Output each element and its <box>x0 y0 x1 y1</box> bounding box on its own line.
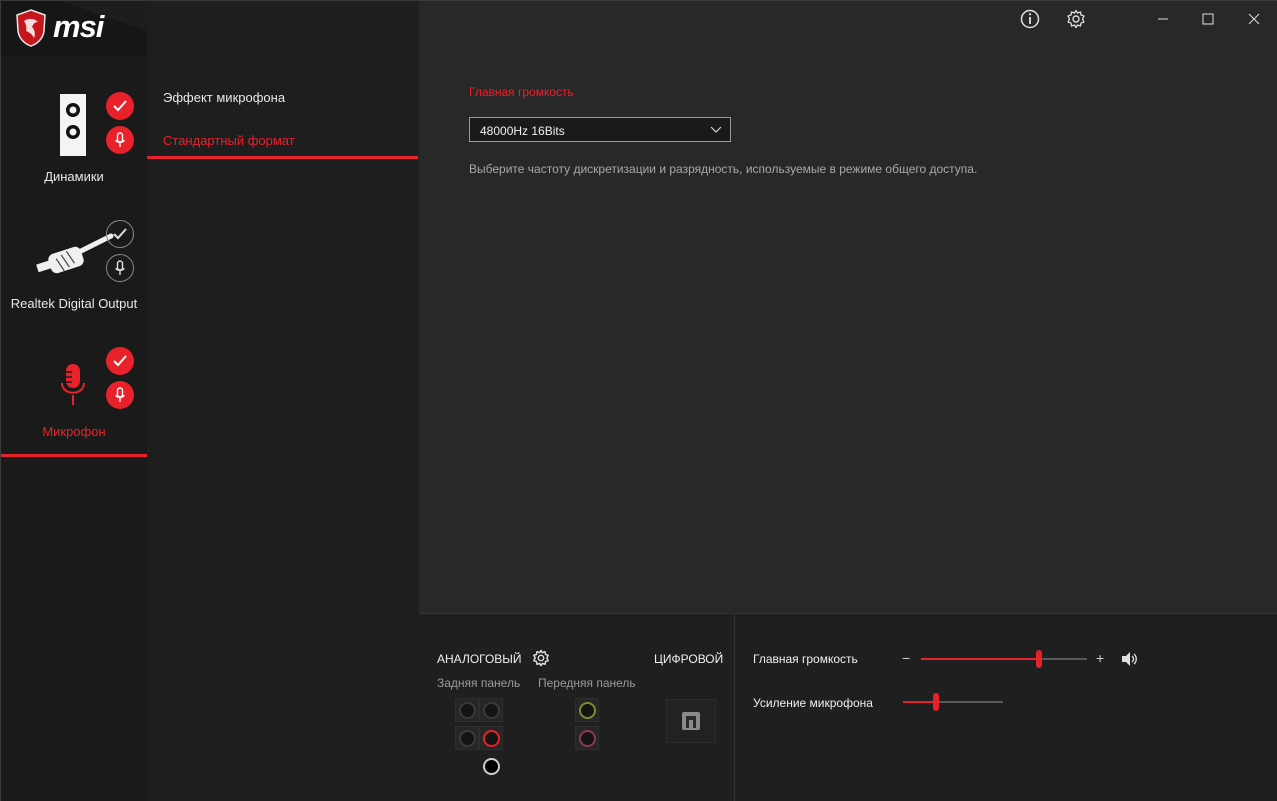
front-jack-headphone[interactable] <box>575 698 599 722</box>
rear-jack[interactable] <box>479 698 503 722</box>
dragon-shield-icon <box>16 9 46 47</box>
speaker-volume-icon[interactable] <box>1121 651 1139 667</box>
rear-jack-mic[interactable] <box>479 726 503 750</box>
check-icon <box>113 100 127 112</box>
mic-boost-slider[interactable] <box>903 693 1003 711</box>
volume-increase-button[interactable]: + <box>1096 650 1104 666</box>
rear-jack[interactable] <box>455 726 479 750</box>
master-volume-fill <box>921 658 1039 660</box>
mic-small-icon <box>115 260 125 275</box>
default-comm-badge[interactable] <box>106 381 134 409</box>
microphone-icon <box>61 364 85 405</box>
active-device-indicator <box>1 454 147 457</box>
check-icon <box>113 228 127 240</box>
device-label: Realtek Digital Output <box>10 296 138 311</box>
submenu-item-mic-effect[interactable]: Эффект микрофона <box>163 90 285 105</box>
format-selected-value: 48000Hz 16Bits <box>480 124 565 138</box>
settings-button[interactable] <box>1064 7 1088 31</box>
device-label: Микрофон <box>42 424 106 439</box>
chevron-down-icon <box>710 126 722 133</box>
master-volume-label: Главная громкость <box>753 652 858 666</box>
msi-logo: msi <box>1 1 147 56</box>
default-device-badge[interactable] <box>106 347 134 375</box>
section-title: Главная громкость <box>469 85 574 99</box>
default-comm-badge[interactable] <box>106 126 134 154</box>
digital-cable-icon <box>36 233 114 274</box>
main-panel: Главная громкость 48000Hz 16Bits Выберит… <box>419 1 1277 613</box>
close-icon <box>1248 13 1260 25</box>
active-submenu-indicator <box>147 156 418 159</box>
rear-jack[interactable] <box>479 754 503 778</box>
analog-title: АНАЛОГОВЫЙ <box>437 652 522 666</box>
settings-submenu: Эффект микрофона Стандартный формат <box>147 1 419 801</box>
default-device-badge[interactable] <box>106 220 134 248</box>
format-select[interactable]: 48000Hz 16Bits <box>469 117 731 142</box>
master-volume-thumb[interactable] <box>1035 650 1042 668</box>
default-device-badge[interactable] <box>106 92 134 120</box>
minimize-button[interactable] <box>1151 7 1175 31</box>
speaker-icon <box>60 94 86 156</box>
rear-panel-label: Задняя панель <box>437 676 521 690</box>
mic-boost-thumb[interactable] <box>933 693 939 711</box>
device-label: Динамики <box>44 169 104 184</box>
brand-name: msi <box>53 9 104 44</box>
mic-small-icon <box>115 132 125 147</box>
format-description: Выберите частоту дискретизации и разрядн… <box>469 162 978 176</box>
device-digital-output[interactable]: Realtek Digital Output <box>1 216 147 336</box>
rear-jack[interactable] <box>455 698 479 722</box>
analog-settings-icon[interactable] <box>532 649 550 667</box>
mic-small-icon <box>115 387 125 402</box>
volume-panel: Главная громкость − + Усиление микрофона <box>735 613 1277 801</box>
minimize-icon <box>1158 18 1168 20</box>
maximize-icon <box>1202 13 1214 25</box>
device-microphone[interactable]: Микрофон <box>1 341 147 457</box>
default-comm-badge[interactable] <box>106 254 134 282</box>
submenu-item-default-format[interactable]: Стандартный формат <box>163 133 295 148</box>
info-icon <box>1020 9 1040 29</box>
device-sidebar: msi Динамики Realtek Digital Output Микр… <box>1 1 147 801</box>
spdif-port[interactable] <box>666 699 716 743</box>
mic-boost-fill <box>903 701 936 703</box>
device-speakers[interactable]: Динамики <box>1 71 147 201</box>
optical-port-icon <box>682 712 700 730</box>
maximize-button[interactable] <box>1196 7 1220 31</box>
volume-decrease-button[interactable]: − <box>902 650 910 666</box>
master-volume-slider[interactable] <box>921 650 1087 668</box>
mic-boost-label: Усиление микрофона <box>753 696 873 710</box>
digital-title: ЦИФРОВОЙ <box>654 652 724 666</box>
gear-icon <box>1067 9 1085 29</box>
front-jack-mic[interactable] <box>575 726 599 750</box>
close-button[interactable] <box>1242 7 1266 31</box>
info-button[interactable] <box>1018 7 1042 31</box>
app-window: msi Динамики Realtek Digital Output Микр… <box>0 0 1277 801</box>
jack-panel: АНАЛОГОВЫЙ ЦИФРОВОЙ Задняя панель Передн… <box>419 613 735 801</box>
check-icon <box>113 355 127 367</box>
front-panel-label: Передняя панель <box>538 676 636 690</box>
